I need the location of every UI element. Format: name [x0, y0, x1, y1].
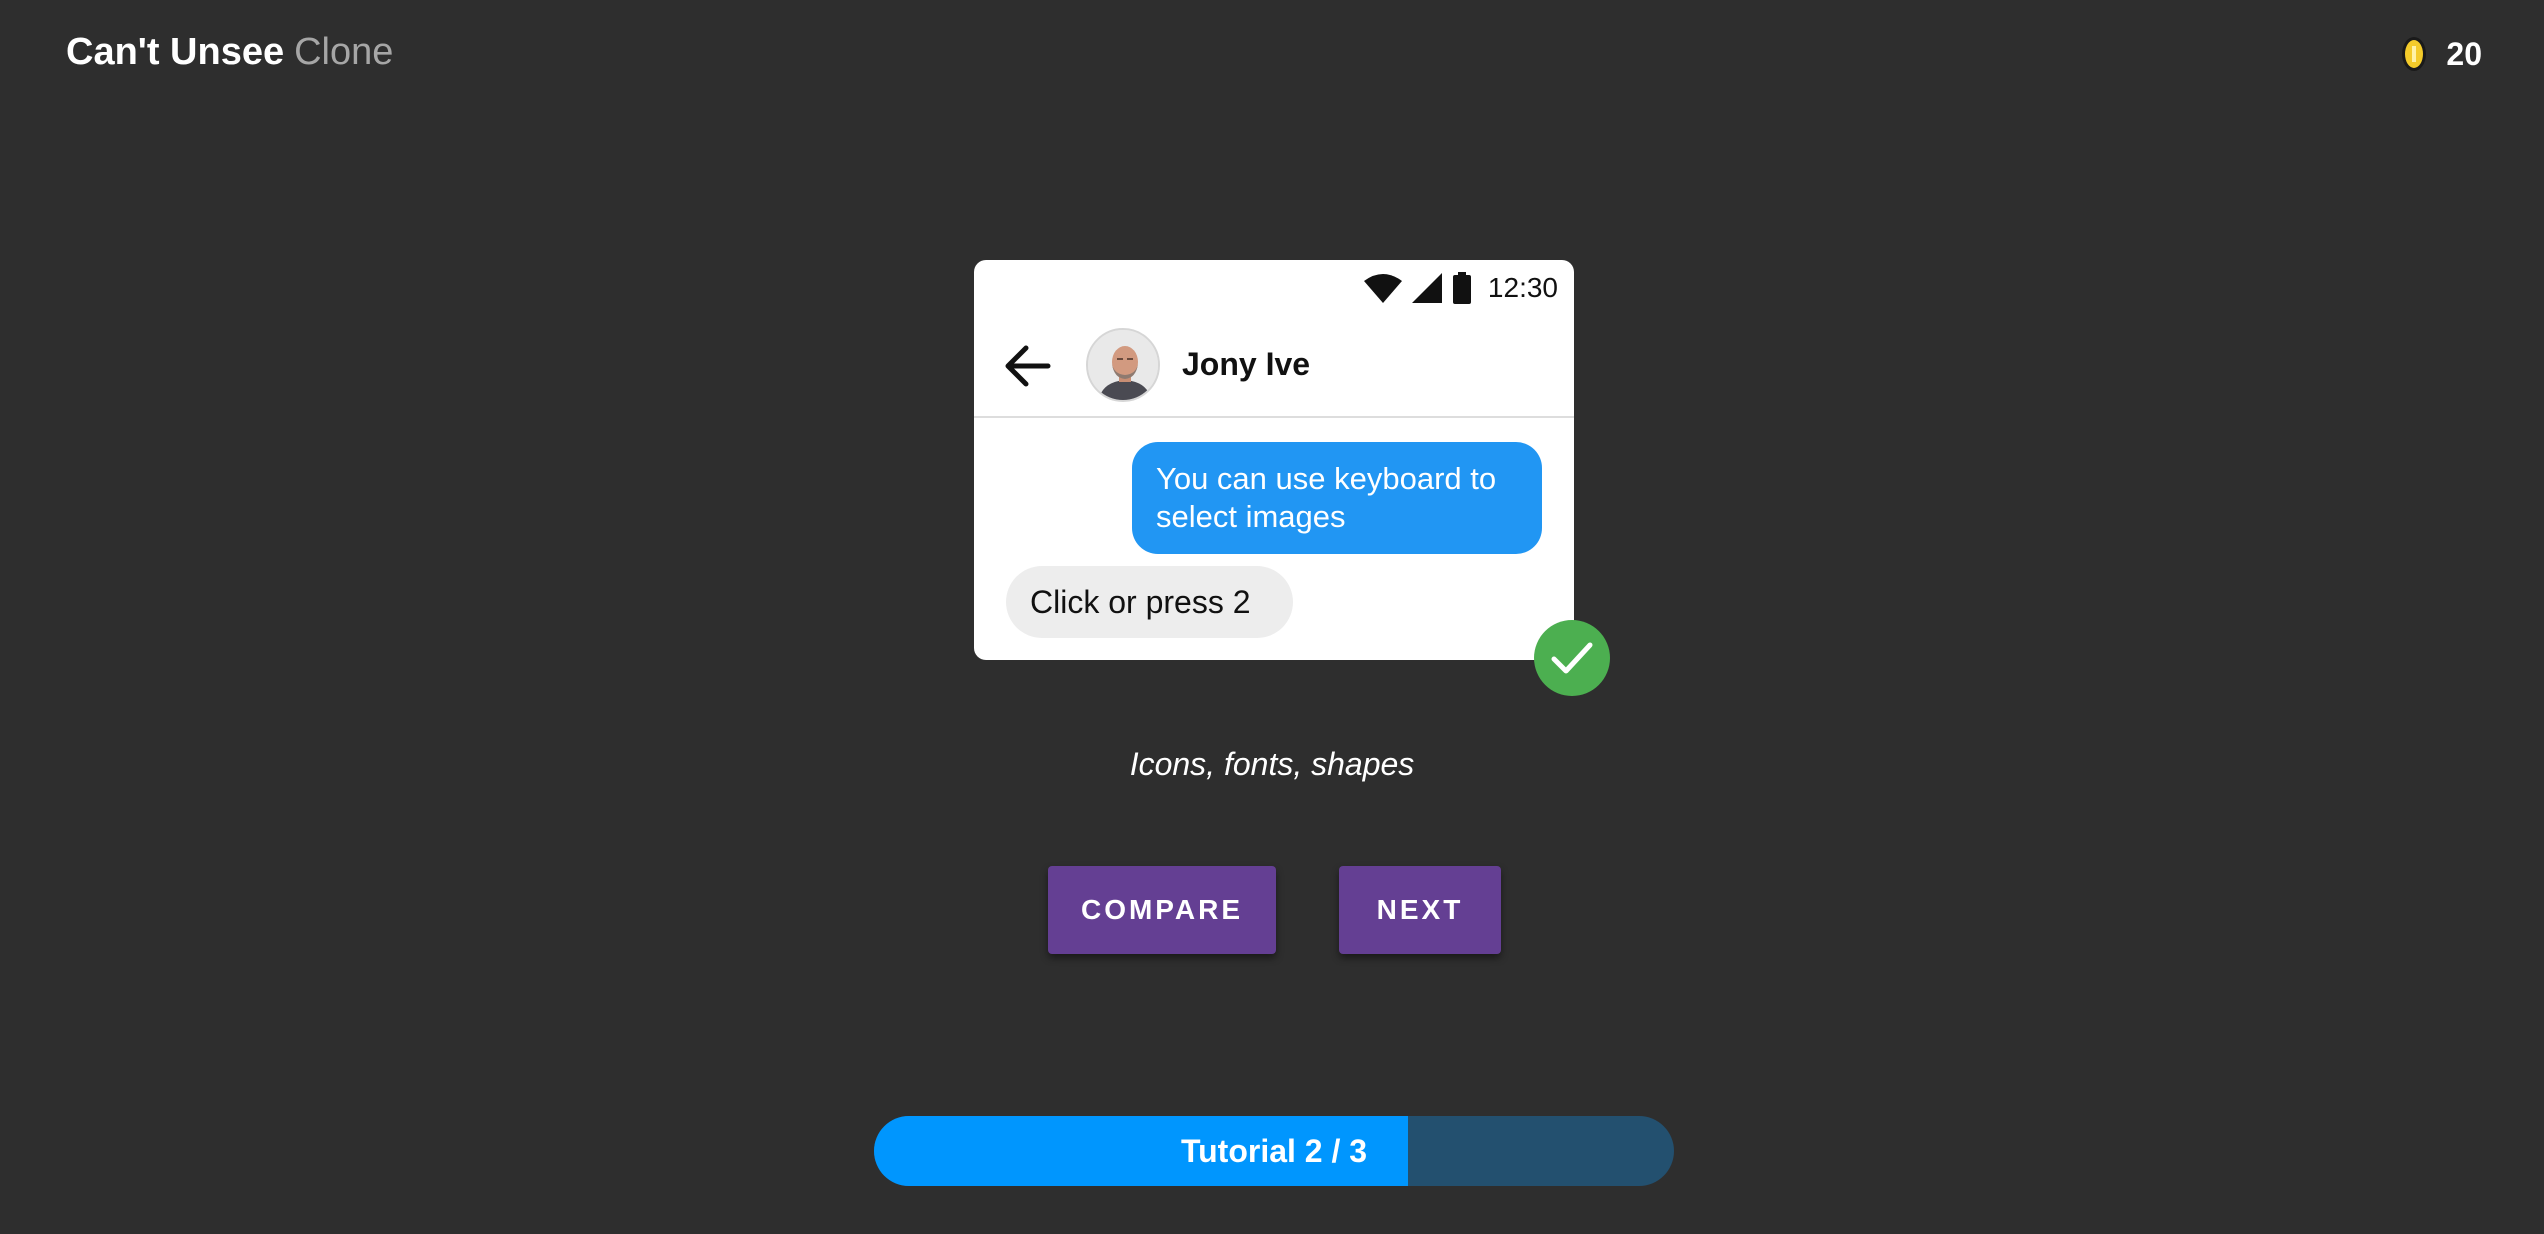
status-bar: 12:30: [1363, 268, 1558, 308]
app-title-main: Can't Unsee: [66, 31, 285, 73]
signal-icon: [1411, 273, 1442, 303]
coin-icon: [2402, 37, 2427, 71]
chat-app-bar: Jony Ive: [974, 312, 1574, 418]
wifi-icon: [1363, 273, 1402, 303]
outgoing-message: You can use keyboard to select images: [1132, 442, 1542, 554]
compare-button[interactable]: COMPARE: [1048, 866, 1276, 954]
incoming-message: Click or press 2: [1006, 566, 1293, 638]
phone-screen-card[interactable]: 12:30 Jony Ive You can use keyboard to s…: [974, 260, 1574, 660]
avatar: [1086, 328, 1160, 402]
tutorial-progress-bar: Tutorial 2 / 3: [874, 1116, 1674, 1186]
arrow-left-icon[interactable]: [1004, 344, 1052, 393]
contact-name: Jony Ive: [1182, 346, 1311, 382]
coin-count: 20: [2446, 35, 2482, 72]
status-time: 12:30: [1487, 272, 1558, 303]
app-title-suffix: Clone: [294, 31, 394, 73]
coin-counter: 20: [2402, 30, 2482, 78]
battery-icon: [1452, 272, 1472, 304]
hint-caption: Icons, fonts, shapes: [1129, 746, 1415, 782]
progress-label: Tutorial 2 / 3: [1180, 1132, 1368, 1169]
check-icon: [1534, 620, 1610, 696]
next-button[interactable]: NEXT: [1339, 866, 1501, 954]
app-title: Can't Unsee Clone: [66, 26, 393, 78]
